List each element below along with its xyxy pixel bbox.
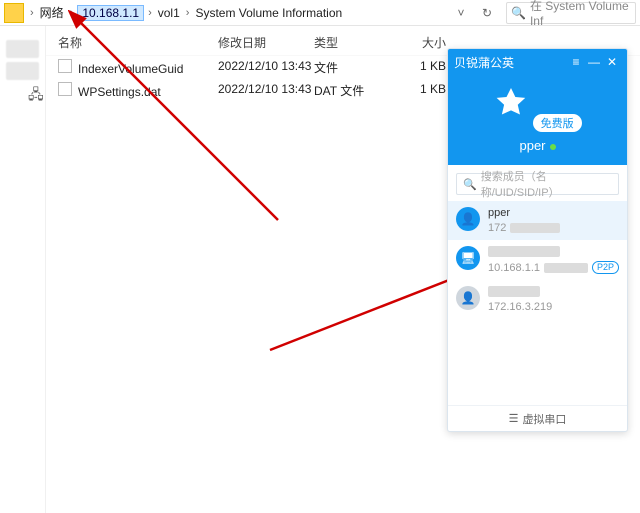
chevron-right-icon: › — [66, 7, 78, 19]
member-search-placeholder: 搜索成员（名称/UID/SID/IP） — [481, 168, 612, 200]
panel-header: 免费版 pper — [448, 75, 627, 165]
dropdown-button[interactable]: ˅ — [450, 2, 472, 24]
close-button[interactable]: ✕ — [603, 55, 621, 69]
refresh-button[interactable]: ↻ — [476, 2, 498, 24]
file-icon — [58, 59, 72, 73]
obfuscated-text — [510, 223, 560, 233]
avatar: 🖥 — [456, 246, 480, 270]
member-list: 👤 pper172 🖥 10.168.1.1 P2P 👤 172.16.3.219 — [448, 201, 627, 405]
file-type: 文件 — [314, 59, 386, 76]
folder-icon — [4, 3, 24, 23]
footer-virtual-serial[interactable]: ☰ 虚拟串口 — [448, 405, 627, 431]
column-name[interactable]: 名称 — [58, 34, 218, 51]
member-row[interactable]: 🖥 10.168.1.1 P2P — [448, 240, 627, 280]
avatar: 👤 — [456, 286, 480, 310]
breadcrumb-volume[interactable]: vol1 — [156, 6, 182, 20]
member-search-input[interactable]: 🔍 搜索成员（名称/UID/SID/IP） — [456, 173, 619, 195]
current-user: pper — [448, 138, 627, 153]
obfuscated-text — [544, 263, 588, 273]
address-bar: › 网络 › 10.168.1.1 › vol1 › System Volume… — [0, 0, 640, 26]
file-icon — [58, 82, 72, 96]
star-icon — [493, 85, 529, 121]
file-size: 1 KB — [386, 82, 446, 99]
member-row[interactable]: 👤 172.16.3.219 — [448, 280, 627, 319]
p2p-badge: P2P — [592, 261, 619, 274]
menu-button[interactable]: ≡ — [567, 55, 585, 69]
file-name: WPSettings.dat — [78, 85, 161, 99]
search-icon: 🔍 — [511, 6, 526, 20]
nav-item-blurred — [6, 62, 39, 80]
file-date: 2022/12/10 13:43 — [218, 59, 314, 76]
obfuscated-text — [488, 286, 540, 297]
file-name: IndexerVolumeGuid — [78, 62, 183, 76]
member-ip: 172 — [488, 222, 506, 234]
nav-pane[interactable]: 🖧 — [0, 26, 46, 513]
obfuscated-text — [488, 246, 560, 257]
breadcrumb-network[interactable]: 网络 — [38, 4, 66, 21]
column-size[interactable]: 大小 — [386, 34, 446, 51]
minimize-button[interactable]: — — [585, 55, 603, 69]
file-date: 2022/12/10 13:43 — [218, 82, 314, 99]
chevron-right-icon: › — [144, 7, 156, 19]
member-name: pper — [488, 207, 619, 221]
file-type: DAT 文件 — [314, 82, 386, 99]
chevron-right-icon: › — [26, 7, 38, 19]
breadcrumb-folder[interactable]: System Volume Information — [193, 6, 344, 20]
panel-titlebar: 贝锐蒲公英 ≡ — ✕ — [448, 49, 627, 75]
column-type[interactable]: 类型 — [314, 34, 386, 51]
chevron-right-icon: › — [182, 7, 194, 19]
member-ip: 10.168.1.1 — [488, 262, 540, 274]
serial-icon: ☰ — [509, 412, 519, 425]
member-row[interactable]: 👤 pper172 — [448, 201, 627, 240]
plan-badge: 免费版 — [533, 114, 582, 132]
member-ip: 172.16.3.219 — [488, 301, 552, 313]
nav-item-blurred — [6, 40, 39, 58]
status-dot-online — [550, 144, 556, 150]
pgy-panel: 贝锐蒲公英 ≡ — ✕ 免费版 pper 🔍 搜索成员（名称/UID/SID/I… — [447, 48, 628, 432]
breadcrumb-ip[interactable]: 10.168.1.1 — [77, 5, 144, 21]
member-name — [488, 286, 619, 300]
search-icon: 🔍 — [463, 178, 477, 191]
column-date[interactable]: 修改日期 — [218, 34, 314, 51]
panel-title: 贝锐蒲公英 — [454, 54, 567, 71]
file-size: 1 KB — [386, 59, 446, 76]
search-input[interactable]: 🔍 在 System Volume Inf — [506, 2, 636, 24]
network-icon: 🖧 — [28, 86, 44, 102]
avatar: 👤 — [456, 207, 480, 231]
search-placeholder: 在 System Volume Inf — [530, 0, 631, 28]
member-name — [488, 246, 619, 260]
